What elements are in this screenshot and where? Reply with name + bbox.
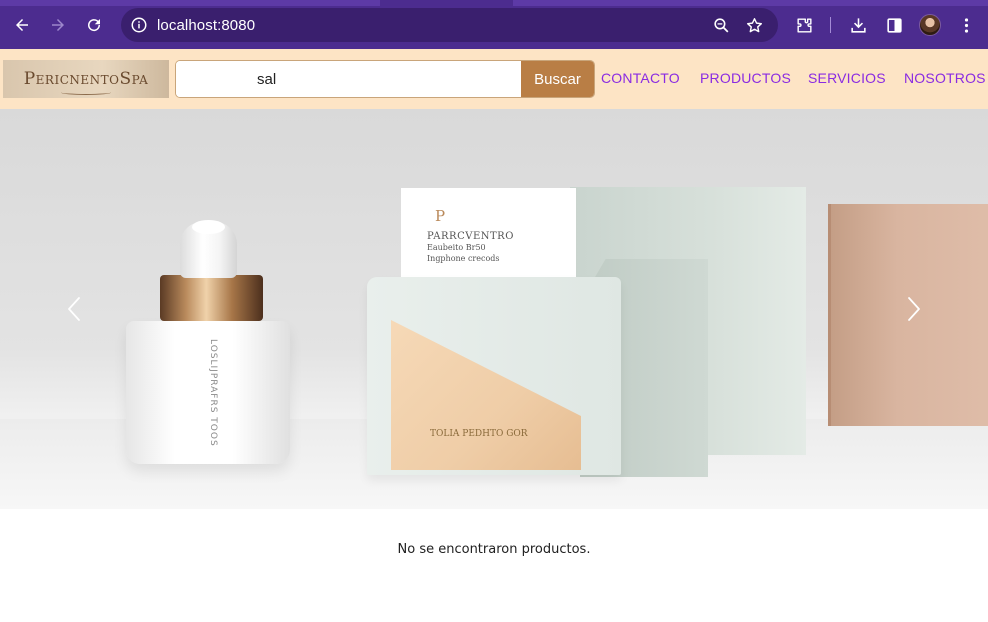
logo-text: PericnentoSpa xyxy=(23,69,149,89)
card-monogram: P xyxy=(435,207,446,225)
site-info-icon[interactable] xyxy=(130,16,148,34)
url-text: localhost:8080 xyxy=(157,16,256,34)
logo-flourish xyxy=(61,90,111,95)
card-line-1: Eaubeito Br50 xyxy=(427,243,486,252)
browser-toolbar: localhost:8080 xyxy=(0,0,988,49)
no-results-message: No se encontraron productos. xyxy=(397,542,591,557)
nav-link-nosotros[interactable]: NOSOTROS xyxy=(904,70,986,86)
bottle-label: LOSLIJPRAFRS TOOS xyxy=(208,339,218,447)
forward-arrow-icon[interactable] xyxy=(45,12,71,38)
hero-carousel: P PARRCVENTRO Eaubeito Br50 Ingphone cre… xyxy=(0,109,988,509)
profile-avatar[interactable] xyxy=(919,14,941,36)
slide-bottle-cap-top xyxy=(192,220,225,234)
tab-strip-edge-right xyxy=(513,0,988,6)
nav-link-productos[interactable]: PRODUCTOS xyxy=(700,70,791,86)
chevron-right-icon[interactable] xyxy=(903,295,925,323)
reload-icon[interactable] xyxy=(81,12,107,38)
zoom-icon[interactable] xyxy=(708,12,734,38)
search-form: Buscar xyxy=(175,60,595,98)
back-arrow-icon[interactable] xyxy=(9,12,35,38)
site-logo[interactable]: PericnentoSpa xyxy=(3,60,169,98)
side-panel-icon[interactable] xyxy=(881,12,907,38)
kebab-menu-icon[interactable] xyxy=(953,12,979,38)
chevron-left-icon[interactable] xyxy=(63,295,85,323)
box-label: TOLIA PEDHTO GOR xyxy=(430,429,528,439)
slide-bottle-collar xyxy=(160,275,263,321)
nav-link-servicios[interactable]: SERVICIOS xyxy=(808,70,886,86)
toolbar-separator xyxy=(830,17,831,33)
card-title: PARRCVENTRO xyxy=(427,231,514,242)
search-input[interactable] xyxy=(176,61,522,97)
bookmark-star-icon[interactable] xyxy=(741,12,767,38)
tab-strip-edge xyxy=(0,0,380,6)
card-line-2: Ingphone crecods xyxy=(427,254,500,263)
extensions-icon[interactable] xyxy=(791,12,817,38)
search-button[interactable]: Buscar xyxy=(521,61,594,97)
site-header: PericnentoSpa Buscar CONTACTO PRODUCTOS … xyxy=(0,49,988,109)
nav-link-contacto[interactable]: CONTACTO xyxy=(601,70,680,86)
address-bar[interactable]: localhost:8080 xyxy=(121,8,778,42)
download-icon[interactable] xyxy=(845,12,871,38)
